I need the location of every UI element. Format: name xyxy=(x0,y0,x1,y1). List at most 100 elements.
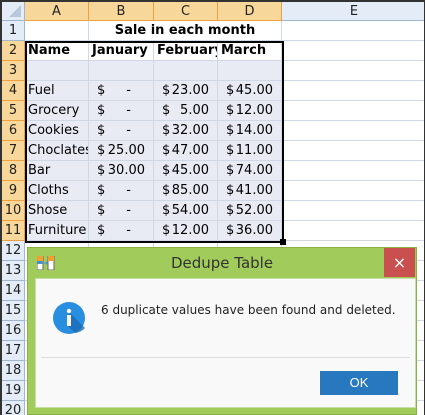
cell-C10[interactable]: $54.00 xyxy=(154,201,218,221)
cell-D2[interactable]: March xyxy=(218,41,282,61)
cell-C9[interactable]: $85.00 xyxy=(154,181,218,201)
row-header-12[interactable]: 12 xyxy=(2,241,25,261)
cell-D11[interactable]: $36.00 xyxy=(218,221,282,241)
row-header-4[interactable]: 4 xyxy=(2,81,25,101)
dedupe-dialog: Dedupe Table × 6 duplicate values have b… xyxy=(27,247,417,415)
close-button[interactable]: × xyxy=(384,248,415,277)
divider xyxy=(41,357,410,358)
row-header-10[interactable]: 10 xyxy=(2,201,25,221)
row-header-11[interactable]: 11 xyxy=(2,221,25,241)
cell-D5[interactable]: $12.00 xyxy=(218,101,282,121)
column-header-B[interactable]: B xyxy=(89,2,154,21)
cell-E11[interactable] xyxy=(282,221,424,241)
info-icon xyxy=(53,302,85,334)
row-header-2[interactable]: 2 xyxy=(2,41,25,61)
currency-symbol: $ xyxy=(226,83,235,98)
row-header-8[interactable]: 8 xyxy=(2,161,25,181)
cell-B8[interactable]: $30.00 xyxy=(89,161,154,181)
currency-symbol: $ xyxy=(97,163,106,178)
cell-E6[interactable] xyxy=(282,121,424,141)
column-header-D[interactable]: D xyxy=(218,2,282,21)
cell-B2[interactable]: January xyxy=(89,41,154,61)
row-header-15[interactable]: 15 xyxy=(2,301,25,321)
cell-B4[interactable]: $ - xyxy=(89,81,154,101)
cell-C2[interactable]: February xyxy=(154,41,218,61)
amount: 12.00 xyxy=(235,103,273,118)
cell-E7[interactable] xyxy=(282,141,424,161)
cell-A4[interactable]: Fuel xyxy=(25,81,89,101)
row-header-1[interactable]: 1 xyxy=(2,21,25,41)
cell-A9[interactable]: Cloths xyxy=(25,181,89,201)
cell-D6[interactable]: $14.00 xyxy=(218,121,282,141)
amount: 45.00 xyxy=(171,163,209,178)
cell-E10[interactable] xyxy=(282,201,424,221)
cell-C8[interactable]: $45.00 xyxy=(154,161,218,181)
cell-B9[interactable]: $ - xyxy=(89,181,154,201)
row-header-13[interactable]: 13 xyxy=(2,261,25,281)
cell-A1[interactable] xyxy=(25,21,89,41)
amount: 23.00 xyxy=(171,83,209,98)
select-all-button[interactable] xyxy=(2,2,25,21)
fill-handle[interactable] xyxy=(280,239,286,245)
dialog-body: 6 duplicate values have been found and d… xyxy=(35,278,416,408)
row-header-19[interactable]: 19 xyxy=(2,381,25,401)
cell-D4[interactable]: $45.00 xyxy=(218,81,282,101)
column-header-C[interactable]: C xyxy=(154,2,218,21)
cell-D8[interactable]: $74.00 xyxy=(218,161,282,181)
row-header-5[interactable]: 5 xyxy=(2,101,25,121)
cell-C5[interactable]: $5.00 xyxy=(154,101,218,121)
cell-C3[interactable] xyxy=(154,61,218,81)
cell-C6[interactable]: $32.00 xyxy=(154,121,218,141)
cell-A5[interactable]: Grocery xyxy=(25,101,89,121)
cell-B10[interactable]: $ - xyxy=(89,201,154,221)
cell-B6[interactable]: $ - xyxy=(89,121,154,141)
cell-A6[interactable]: Cookies xyxy=(25,121,89,141)
cell-A10[interactable]: Shose xyxy=(25,201,89,221)
cell-A3[interactable] xyxy=(25,61,89,81)
cell-B7[interactable]: $25.00 xyxy=(89,141,154,161)
cell-A11[interactable]: Furniture xyxy=(25,221,89,241)
row-header-9[interactable]: 9 xyxy=(2,181,25,201)
cell-A7[interactable]: Choclates xyxy=(25,141,89,161)
amount: 52.00 xyxy=(235,203,273,218)
ok-button[interactable]: OK xyxy=(320,371,398,395)
cell-E9[interactable] xyxy=(282,181,424,201)
currency-symbol: $ xyxy=(226,223,235,238)
currency-symbol: $ xyxy=(226,103,235,118)
amount: 54.00 xyxy=(171,203,209,218)
cell-A8[interactable]: Bar xyxy=(25,161,89,181)
row-header-17[interactable]: 17 xyxy=(2,341,25,361)
amount: 45.00 xyxy=(235,83,273,98)
row-header-16[interactable]: 16 xyxy=(2,321,25,341)
cell-B3[interactable] xyxy=(89,61,154,81)
cell-D7[interactable]: $11.00 xyxy=(218,141,282,161)
cell-E1[interactable] xyxy=(282,21,424,41)
column-header-A[interactable]: A xyxy=(25,2,89,21)
currency-symbol: $ xyxy=(162,223,171,238)
cell-D3[interactable] xyxy=(218,61,282,81)
row-header-7[interactable]: 7 xyxy=(2,141,25,161)
cell-E5[interactable] xyxy=(282,101,424,121)
row-header-18[interactable]: 18 xyxy=(2,361,25,381)
row-header-6[interactable]: 6 xyxy=(2,121,25,141)
cell-E4[interactable] xyxy=(282,81,424,101)
amount: 36.00 xyxy=(235,223,273,238)
cell-B11[interactable]: $ - xyxy=(89,221,154,241)
cell-E8[interactable] xyxy=(282,161,424,181)
cell-E2[interactable] xyxy=(282,41,424,61)
row-header-14[interactable]: 14 xyxy=(2,281,25,301)
column-header-E[interactable]: E xyxy=(282,2,424,21)
row-header-20[interactable]: 20 xyxy=(2,401,25,415)
cell-C4[interactable]: $23.00 xyxy=(154,81,218,101)
cell-A2[interactable]: Name xyxy=(25,41,89,61)
cell-B5[interactable]: $ - xyxy=(89,101,154,121)
cell-C7[interactable]: $47.00 xyxy=(154,141,218,161)
cell-C11[interactable]: $12.00 xyxy=(154,221,218,241)
title-cell[interactable]: Sale in each month xyxy=(89,21,282,41)
row-header-3[interactable]: 3 xyxy=(2,61,25,81)
currency-symbol: $ xyxy=(97,83,106,98)
currency-symbol: $ xyxy=(97,183,106,198)
cell-D9[interactable]: $41.00 xyxy=(218,181,282,201)
cell-D10[interactable]: $52.00 xyxy=(218,201,282,221)
cell-E3[interactable] xyxy=(282,61,424,81)
